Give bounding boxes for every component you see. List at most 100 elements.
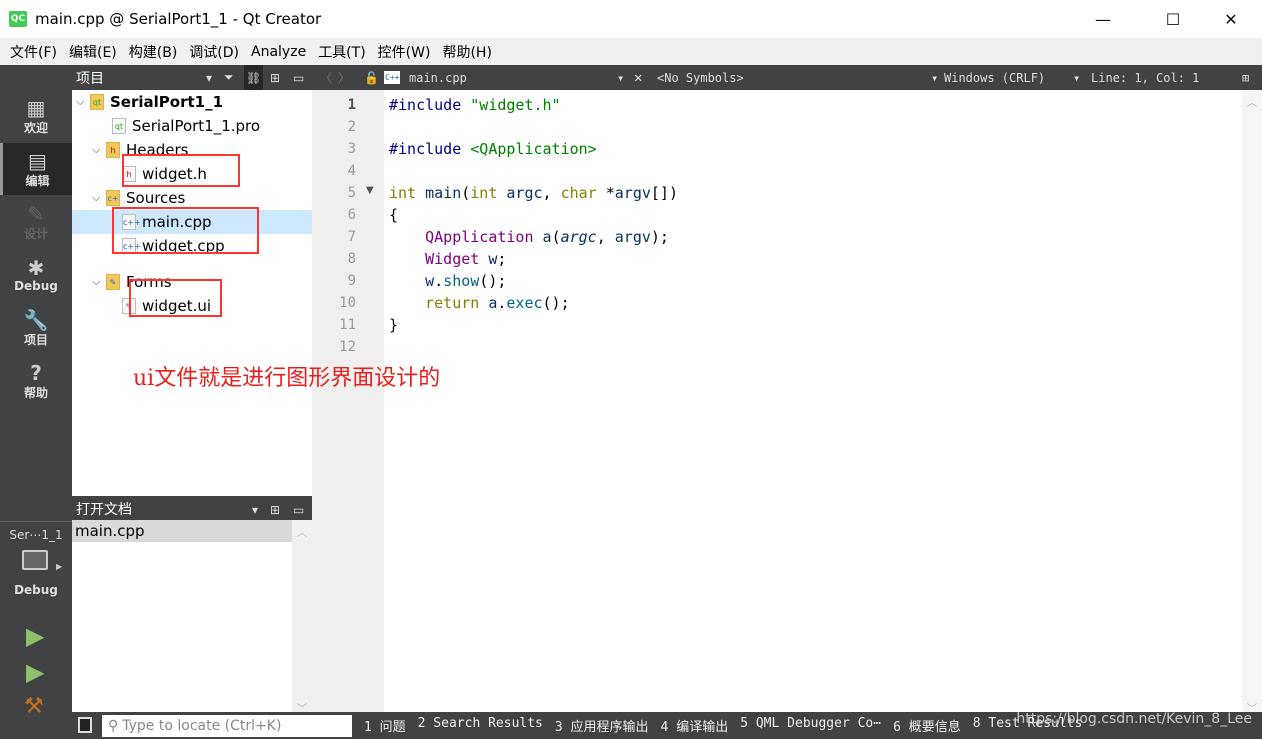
dropdown-arrow-icon[interactable]: ▾ xyxy=(617,65,624,90)
forms-folder-icon: ✎ xyxy=(106,274,120,290)
mode-label: 帮助 xyxy=(23,385,48,400)
highlight-box xyxy=(129,279,222,317)
mode-项目[interactable]: 🔧 项目 xyxy=(0,302,72,354)
menu-item[interactable]: Analyze xyxy=(245,44,312,60)
open-document-item[interactable]: main.cpp xyxy=(72,520,292,542)
expand-chevron-icon[interactable]: ⌵ xyxy=(92,275,106,289)
code-line[interactable]: int main(int argc, char *argv[]) xyxy=(389,182,678,204)
code-line[interactable]: #include "widget.h" xyxy=(389,94,561,116)
tree-item[interactable]: qt SerialPort1_1.pro xyxy=(112,114,260,138)
code-line[interactable]: return a.exec(); xyxy=(389,292,570,314)
kit-arrow-icon[interactable]: ▶ xyxy=(56,562,62,571)
mode-欢迎[interactable]: ▦ 欢迎 xyxy=(0,90,72,142)
line-ending-selector[interactable]: Windows (CRLF) xyxy=(944,65,1045,90)
fold-marker-icon[interactable]: ▼ xyxy=(366,185,374,196)
sources-folder-icon: c+ xyxy=(106,190,120,206)
maximize-button[interactable]: ☐ xyxy=(1150,0,1196,38)
locator-placeholder: Type to locate (Ctrl+K) xyxy=(122,717,282,734)
pencil-icon: ✎ xyxy=(27,201,45,226)
mode-编辑[interactable]: ▤ 编辑 xyxy=(0,143,72,195)
filter-icon[interactable]: ⏷ xyxy=(224,65,234,90)
open-documents-title[interactable]: 打开文档 xyxy=(76,499,132,519)
close-document-icon[interactable]: ✕ xyxy=(634,65,642,90)
project-view-selector[interactable]: 项目 xyxy=(76,68,104,88)
code-token: (); xyxy=(479,272,507,290)
dropdown-arrow-icon[interactable]: ▾ xyxy=(252,497,258,522)
menu-item[interactable]: 构建(B) xyxy=(123,42,184,62)
menu-item[interactable]: 调试(D) xyxy=(183,42,245,62)
document-selector[interactable]: main.cpp xyxy=(409,65,467,90)
expand-chevron-icon[interactable]: ⌵ xyxy=(92,191,106,205)
toggle-sidebar-icon[interactable] xyxy=(78,717,92,733)
cursor-position[interactable]: Line: 1, Col: 1 xyxy=(1091,65,1199,90)
code-line[interactable]: #include <QApplication> xyxy=(389,138,597,160)
title-bar: QC main.cpp @ SerialPort1_1 - Qt Creator… xyxy=(0,0,1262,38)
back-icon[interactable]: 〈 xyxy=(320,65,332,90)
editor-scrollbar[interactable]: ︿ ﹀ xyxy=(1242,90,1262,715)
bug-icon: ✱ xyxy=(27,256,45,280)
output-tab[interactable]: 3 应用程序输出 xyxy=(555,716,649,735)
menu-item[interactable]: 工具(T) xyxy=(312,42,371,62)
code-token: , xyxy=(542,184,561,202)
output-tab[interactable]: 6 概要信息 xyxy=(893,716,961,735)
line-number: 11 xyxy=(339,317,356,333)
dropdown-arrow-icon[interactable]: ▾ xyxy=(931,65,938,90)
tree-item-label: SerialPort1_1 xyxy=(110,93,224,111)
run-icon[interactable]: ▶ xyxy=(26,622,44,650)
menu-item[interactable]: 编辑(E) xyxy=(63,42,123,62)
symbols-selector[interactable]: <No Symbols> xyxy=(657,65,744,90)
expand-chevron-icon[interactable]: ⌵ xyxy=(76,95,90,109)
menu-item[interactable]: 帮助(H) xyxy=(436,42,497,62)
mode-Debug[interactable]: ✱ Debug xyxy=(0,249,72,301)
menu-item[interactable]: 控件(W) xyxy=(372,42,437,62)
code-token: main xyxy=(425,184,462,202)
link-editor-icon[interactable]: ⛓ xyxy=(244,65,264,90)
tree-item-label: SerialPort1_1.pro xyxy=(132,117,261,135)
minimize-button[interactable]: — xyxy=(1080,0,1126,38)
split-icon[interactable]: ⊞ xyxy=(270,497,280,522)
tree-item[interactable]: ⌵ qt SerialPort1_1 xyxy=(76,90,223,114)
close-button[interactable]: ✕ xyxy=(1208,0,1254,38)
pro-file-icon: qt xyxy=(112,118,126,134)
locator-input[interactable]: ⚲ Type to locate (Ctrl+K) xyxy=(102,714,352,737)
code-line[interactable]: QApplication a(argc, argv); xyxy=(389,226,669,248)
split-icon[interactable]: ⊞ xyxy=(270,65,280,90)
output-tab[interactable]: 4 编译输出 xyxy=(661,716,729,735)
debug-run-icon[interactable]: ▶ xyxy=(26,658,44,686)
menu-item[interactable]: 文件(F) xyxy=(4,42,63,62)
code-token: } xyxy=(389,316,399,334)
build-hammer-icon[interactable]: ⚒ xyxy=(24,694,44,719)
code-token: ( xyxy=(551,228,561,246)
code-line[interactable]: Widget w; xyxy=(389,248,506,270)
annotation-text: ui文件就是进行图形界面设计的 xyxy=(133,366,441,391)
code-line[interactable]: { xyxy=(389,204,398,226)
output-tab[interactable]: 2 Search Results xyxy=(418,716,543,735)
code-token: #include xyxy=(389,140,471,158)
open-documents-scrollbar[interactable]: ︿ ﹀ xyxy=(292,520,312,715)
kit-selector-monitor-icon[interactable] xyxy=(22,550,48,570)
code-token: w xyxy=(425,272,435,290)
grid-icon: ▦ xyxy=(26,95,46,120)
output-tab[interactable]: 1 问题 xyxy=(364,716,406,735)
code-editor[interactable]: #include "widget.h" #include <QApplicatio… xyxy=(384,90,1242,712)
close-panel-icon[interactable]: ▭ xyxy=(293,65,304,90)
code-line[interactable]: } xyxy=(389,314,398,336)
dropdown-arrow-icon[interactable]: ▾ xyxy=(206,65,212,90)
dropdown-arrow-icon[interactable]: ▾ xyxy=(1073,65,1080,90)
kit-build-config: Debug xyxy=(14,583,58,597)
expand-chevron-icon[interactable]: ⌵ xyxy=(92,143,106,157)
split-editor-icon[interactable]: ⊞ xyxy=(1242,65,1249,90)
mode-帮助[interactable]: ? 帮助 xyxy=(0,355,72,407)
output-tab[interactable]: 5 QML Debugger Co⋯ xyxy=(740,716,881,735)
code-line[interactable]: w.show(); xyxy=(389,270,506,292)
forward-icon[interactable]: 〉 xyxy=(338,65,350,90)
code-token: exec xyxy=(506,294,543,312)
mode-label: 项目 xyxy=(23,332,48,347)
mode-label: 欢迎 xyxy=(23,120,48,135)
line-number: 2 xyxy=(347,119,356,135)
mode-设计[interactable]: ✎ 设计 xyxy=(0,196,72,248)
kit-name: Ser⋯1_1 xyxy=(9,528,63,542)
close-panel-icon[interactable]: ▭ xyxy=(293,497,304,522)
code-token: #include xyxy=(389,96,471,114)
